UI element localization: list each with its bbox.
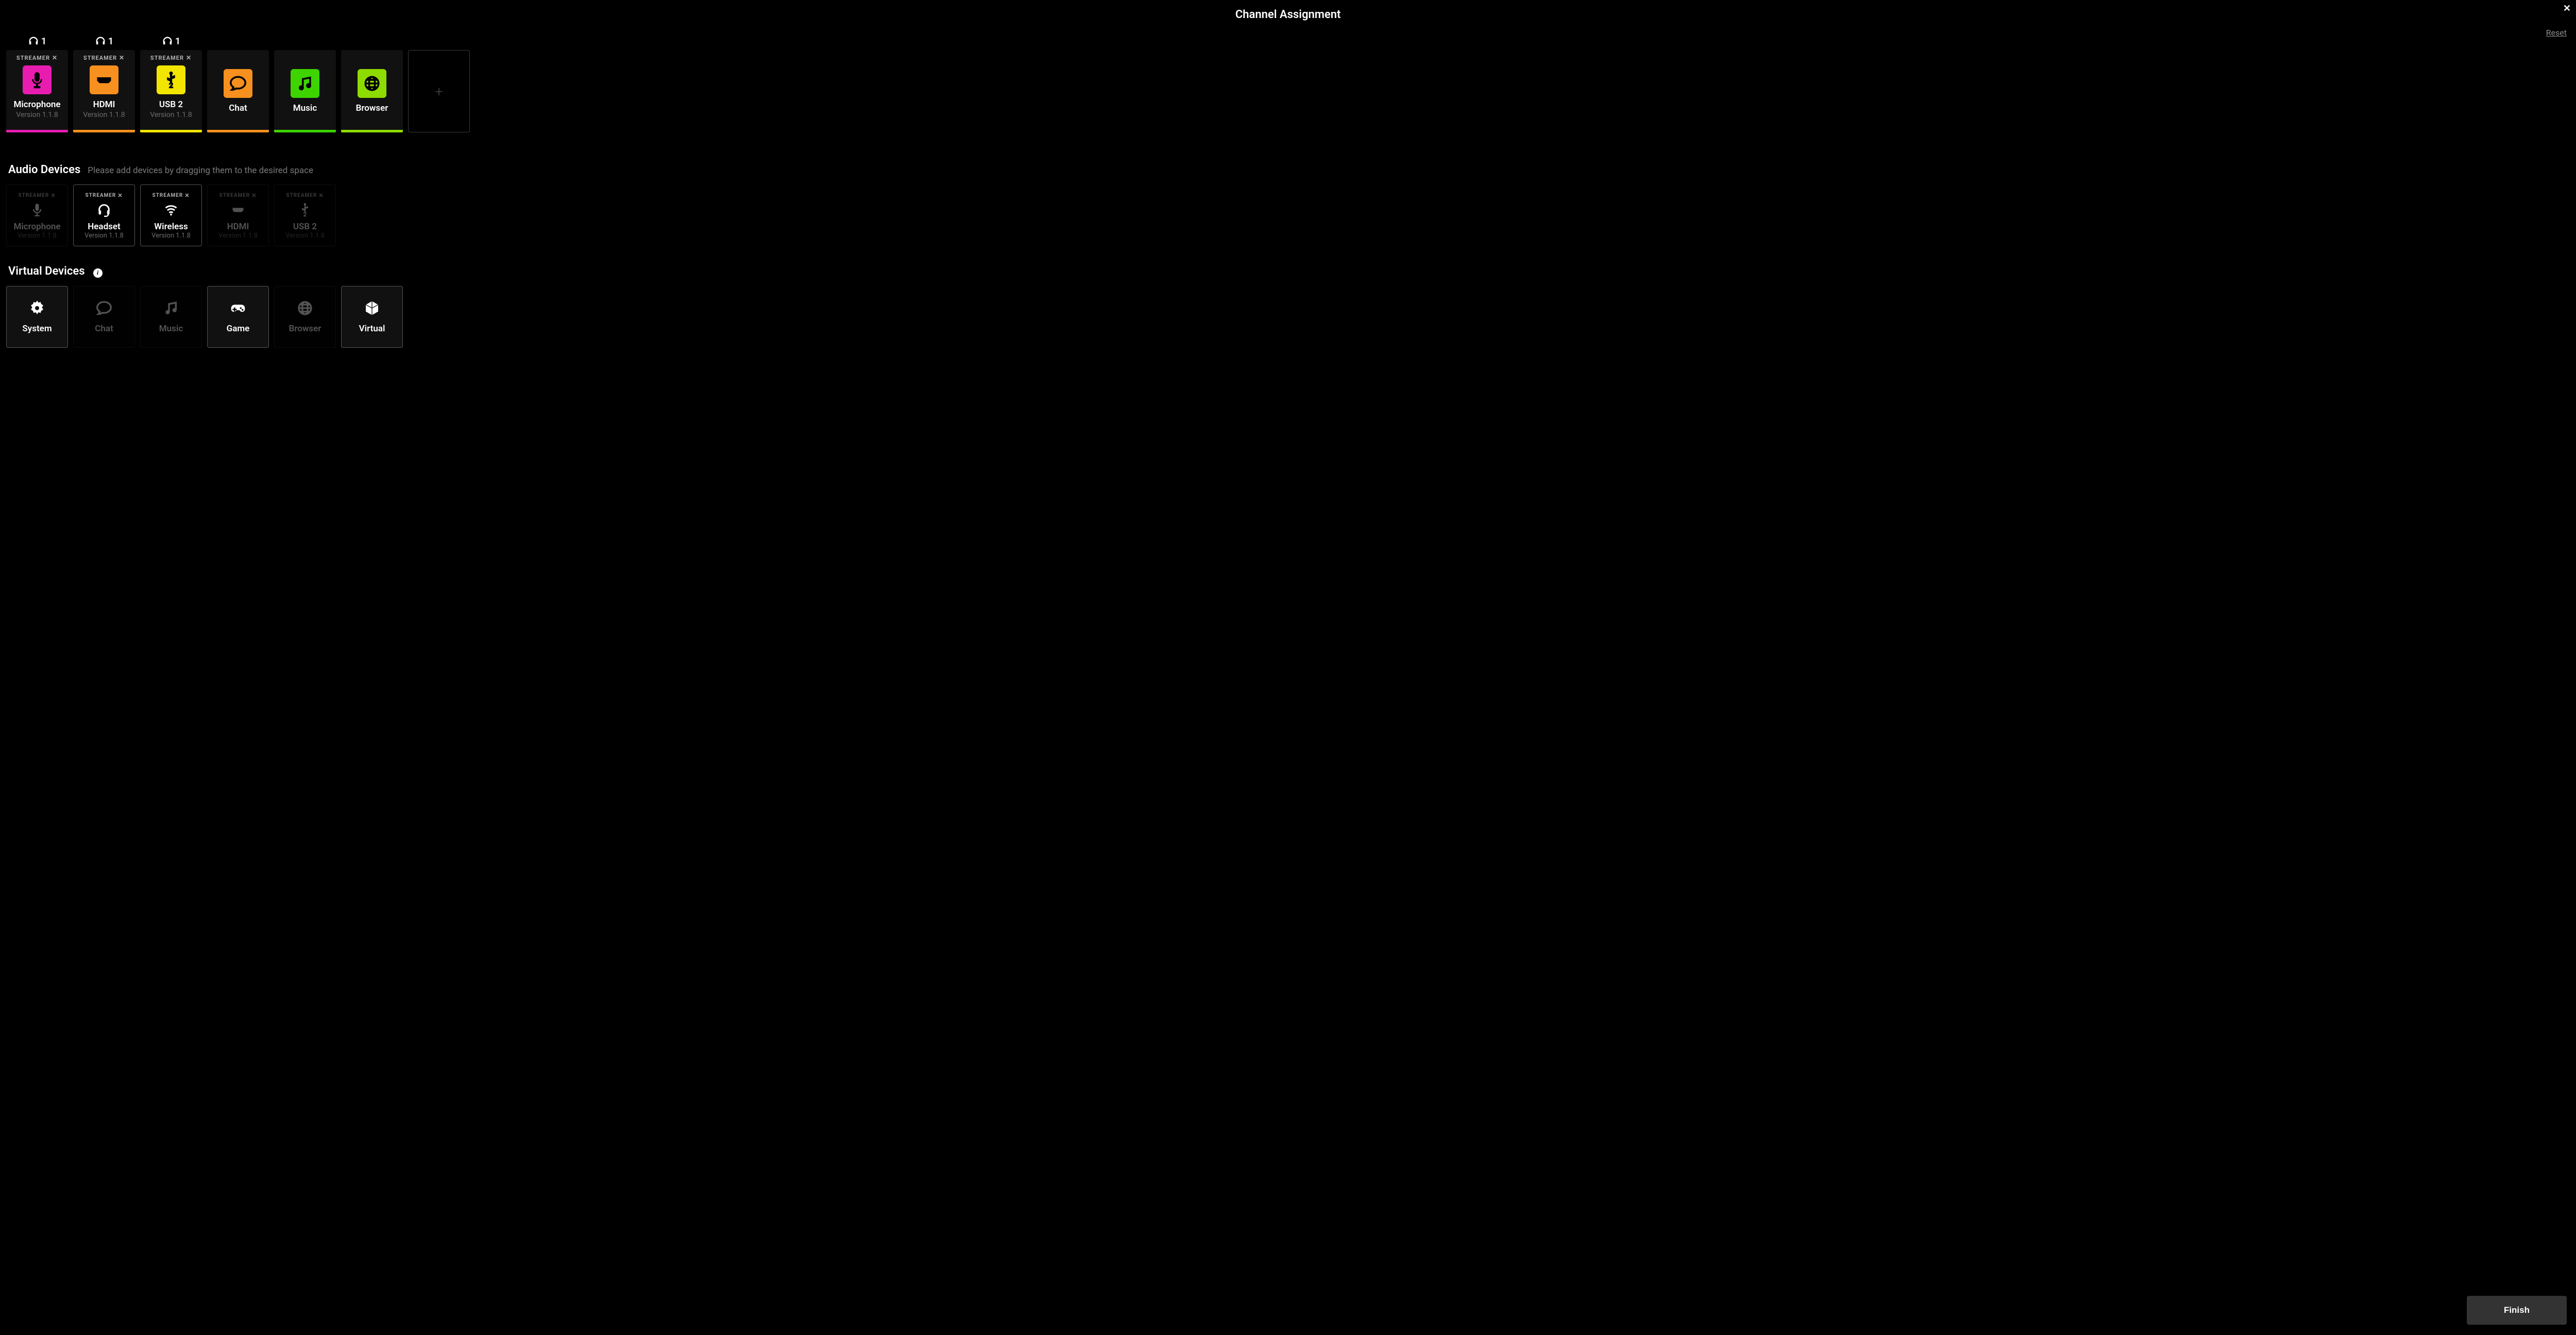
streamer-tag: STREAMER✕	[83, 54, 125, 61]
virtual-device-name: Music	[159, 324, 183, 334]
channel-version: Version 1.1.8	[16, 111, 58, 119]
audio-devices-header: Audio Devices Please add devices by drag…	[6, 163, 2570, 176]
audio-devices-hint: Please add devices by dragging them to t…	[88, 165, 313, 176]
headphones-marker: 1	[28, 36, 46, 47]
usb2-icon	[298, 202, 312, 217]
channel-card-browser[interactable]: Browser	[341, 50, 403, 132]
music-icon	[291, 69, 319, 98]
virtual-devices-row: System Chat Music Game Browser Virtual	[6, 286, 2570, 348]
streamer-tag: STREAMER✕	[16, 54, 58, 61]
virtual-device-name: Virtual	[359, 324, 385, 334]
channel-name: Microphone	[14, 99, 61, 110]
microphone-icon	[23, 65, 52, 94]
virtual-devices-header: Virtual Devices i	[6, 265, 2570, 278]
channel-card-microphone[interactable]: STREAMER✕ MicrophoneVersion 1.1.8	[6, 50, 68, 132]
audio-devices-row: STREAMER✕ Microphone Version 1.1.8 STREA…	[6, 184, 2570, 246]
virtual-device-name: Chat	[95, 324, 113, 334]
streamer-tag: STREAMER✕	[18, 192, 56, 199]
finish-button[interactable]: Finish	[2467, 1296, 2567, 1325]
cube-icon	[364, 300, 380, 316]
globe-icon	[297, 300, 313, 316]
device-name: Microphone	[14, 222, 61, 232]
audio-device-microphone: STREAMER✕ Microphone Version 1.1.8	[6, 184, 68, 246]
device-name: Headset	[88, 222, 120, 232]
chat-icon	[224, 69, 252, 98]
channel-color-bar	[207, 130, 269, 132]
device-version: Version 1.1.8	[151, 232, 191, 240]
streamer-tag: STREAMER✕	[219, 192, 257, 199]
channel-name: USB 2	[159, 99, 183, 110]
audio-device-hdmi: STREAMER✕ HDMI Version 1.1.8	[207, 184, 269, 246]
channel-card-hdmi[interactable]: STREAMER✕ HDMIVersion 1.1.8	[73, 50, 135, 132]
streamer-tag: STREAMER✕	[150, 54, 192, 61]
microphone-icon	[30, 202, 44, 217]
channels-row: 1STREAMER✕ MicrophoneVersion 1.1.8 1STRE…	[6, 36, 2570, 132]
headphones-marker: 1	[95, 36, 113, 47]
channel-color-bar	[73, 130, 135, 132]
headphones-marker: 1	[162, 36, 180, 47]
channel-card-chat[interactable]: Chat	[207, 50, 269, 132]
device-name: USB 2	[293, 222, 317, 232]
channel-color-bar	[6, 130, 68, 132]
add-channel-button[interactable]: +	[408, 50, 470, 132]
channel-name: Chat	[229, 103, 247, 113]
virtual-device-system[interactable]: System	[6, 286, 68, 348]
streamer-tag: STREAMER✕	[85, 192, 123, 199]
info-icon[interactable]: i	[93, 268, 103, 278]
hdmi-icon	[231, 202, 245, 217]
virtual-device-browser: Browser	[274, 286, 336, 348]
virtual-device-name: Browser	[289, 324, 321, 334]
hp-number: 1	[108, 36, 113, 47]
streamer-tag: STREAMER✕	[152, 192, 190, 199]
device-name: Wireless	[154, 222, 188, 232]
gear-icon	[29, 300, 45, 316]
hdmi-icon	[90, 65, 118, 94]
device-version: Version 1.1.8	[218, 232, 258, 240]
device-version: Version 1.1.8	[285, 232, 325, 240]
headset-icon	[97, 202, 111, 217]
virtual-device-virtual[interactable]: Virtual	[341, 286, 403, 348]
audio-device-usb-2: STREAMER✕ USB 2 Version 1.1.8	[274, 184, 336, 246]
channel-name: Music	[293, 103, 317, 113]
streamer-tag: STREAMER✕	[286, 192, 324, 199]
channel-version: Version 1.1.8	[83, 111, 125, 119]
music-icon	[163, 300, 179, 316]
reset-link[interactable]: Reset	[2546, 28, 2567, 38]
channel-card-music[interactable]: Music	[274, 50, 336, 132]
page-title: Channel Assignment	[6, 8, 2570, 21]
channel-name: Browser	[356, 103, 388, 113]
hp-number: 1	[175, 36, 180, 47]
channel-version: Version 1.1.8	[150, 111, 192, 119]
virtual-device-name: System	[22, 324, 52, 334]
channel-color-bar	[274, 130, 336, 132]
channel-color-bar	[341, 130, 403, 132]
hp-number: 1	[41, 36, 46, 47]
virtual-device-music: Music	[140, 286, 202, 348]
channel-card-usb-2[interactable]: STREAMER✕ USB 2Version 1.1.8	[140, 50, 202, 132]
usb2-icon	[157, 65, 185, 94]
audio-device-wireless[interactable]: STREAMER✕ Wireless Version 1.1.8	[140, 184, 202, 246]
audio-devices-heading: Audio Devices	[8, 163, 80, 176]
device-version: Version 1.1.8	[84, 232, 124, 240]
virtual-device-chat: Chat	[73, 286, 135, 348]
chat-icon	[96, 300, 112, 316]
virtual-device-name: Game	[227, 324, 250, 334]
channel-name: HDMI	[93, 99, 115, 110]
channel-color-bar	[140, 130, 202, 132]
close-button[interactable]: ✕	[2563, 3, 2571, 14]
virtual-device-game[interactable]: Game	[207, 286, 269, 348]
game-icon	[230, 300, 246, 316]
wifi-icon	[164, 202, 178, 217]
globe-icon	[358, 69, 386, 98]
virtual-devices-heading: Virtual Devices	[8, 265, 85, 278]
device-version: Version 1.1.8	[18, 232, 57, 240]
audio-device-headset[interactable]: STREAMER✕ Headset Version 1.1.8	[73, 184, 135, 246]
device-name: HDMI	[227, 222, 249, 232]
